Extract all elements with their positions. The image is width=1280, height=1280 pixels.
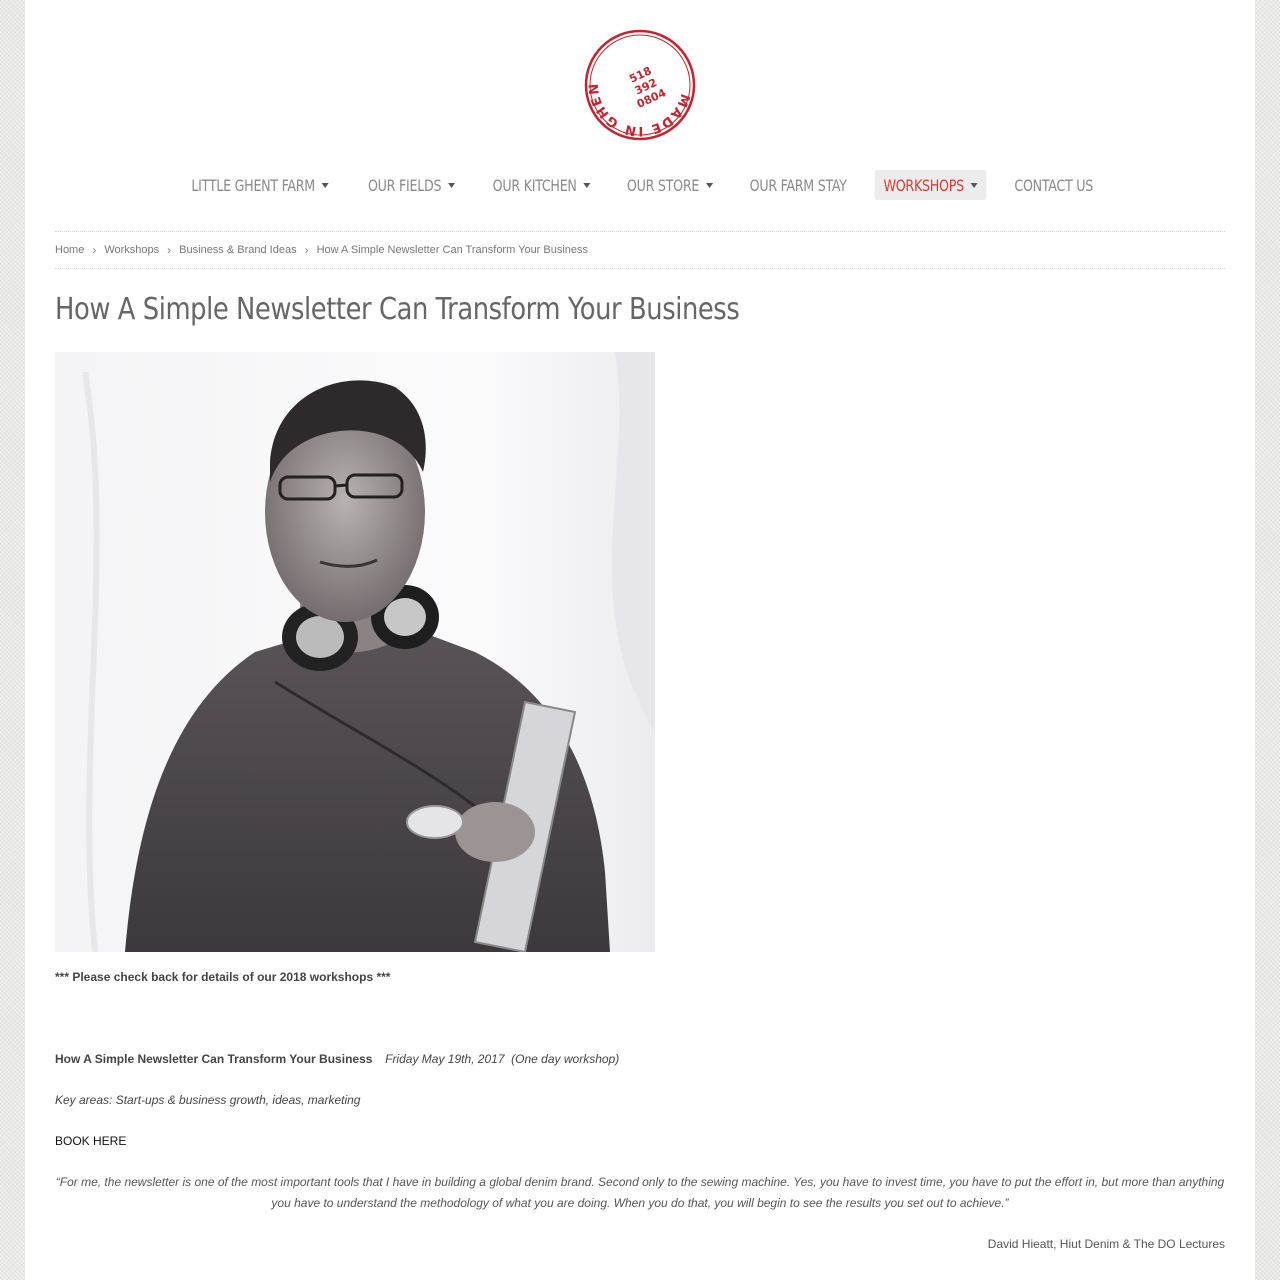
nav-item-label: OUR KITCHEN: [492, 175, 577, 195]
event-date: Friday May 19th, 2017 (One day workshop): [385, 1052, 620, 1066]
nav-item-label: OUR FARM STAY: [749, 175, 847, 195]
nav-item-our-farm-stay[interactable]: OUR FARM STAY: [741, 170, 856, 200]
nav-item-label: LITTLE GHENT FARM: [191, 175, 315, 195]
nav-item-label: WORKSHOPS: [883, 175, 965, 195]
breadcrumb: Home › Workshops › Business & Brand Ideas › Ho…: [55, 243, 588, 257]
breadcrumb-item[interactable]: Business & Brand Ideas: [179, 244, 296, 256]
caret-down-icon: [321, 182, 329, 188]
caret-down-icon: [448, 182, 456, 188]
nav-item-little-ghent-farm[interactable]: LITTLE GHENT FARM: [182, 170, 337, 200]
nav-item-workshops[interactable]: WORKSHOPS: [875, 170, 988, 200]
nav-item-label: CONTACT US: [1014, 175, 1093, 195]
page-container: MADE IN GHENT, NY 518 392 0804 LITTLE GH…: [25, 0, 1255, 1280]
caret-down-icon: [583, 182, 591, 188]
event-details: How A Simple Newsletter Can Transform Yo…: [55, 1052, 619, 1066]
breadcrumb-item: How A Simple Newsletter Can Transform Yo…: [316, 244, 589, 256]
chevron-right-icon: ›: [167, 243, 172, 257]
nav-item-label: OUR STORE: [626, 175, 700, 195]
caret-down-icon: [971, 182, 979, 188]
nav-item-contact-us[interactable]: CONTACT US: [1005, 170, 1101, 200]
chevron-right-icon: ›: [92, 243, 97, 257]
nav-item-label: OUR FIELDS: [368, 175, 442, 195]
nav-item-our-kitchen[interactable]: OUR KITCHEN: [483, 170, 599, 200]
event-title: How A Simple Newsletter Can Transform Yo…: [55, 1052, 373, 1066]
divider-top: [55, 231, 1225, 232]
key-areas: Key areas: Start-ups & business growth, …: [55, 1093, 361, 1107]
main-nav: LITTLE GHENT FARM OUR FIELDS OUR KITCHEN OU…: [25, 170, 1255, 200]
book-here-link[interactable]: BOOK HERE: [55, 1134, 126, 1148]
quote-attribution: David Hieatt, Hiut Denim & The DO Lectur…: [987, 1237, 1225, 1251]
portrait-image: [55, 352, 655, 954]
testimonial-quote: “For me, the newsletter is one of the mo…: [55, 1175, 1225, 1210]
workshop-photo: [55, 352, 655, 954]
caret-down-icon: [706, 182, 714, 188]
workshop-notice: *** Please check back for details of our…: [55, 970, 391, 984]
site-logo[interactable]: MADE IN GHENT, NY 518 392 0804: [578, 18, 696, 141]
nav-item-our-fields[interactable]: OUR FIELDS: [359, 170, 464, 200]
divider-bottom: [55, 268, 1225, 269]
page-title: How A Simple Newsletter Can Transform Yo…: [55, 292, 740, 327]
breadcrumb-item[interactable]: Home: [55, 244, 84, 256]
chevron-right-icon: ›: [304, 243, 309, 257]
logo-stamp-icon: MADE IN GHENT, NY 518 392 0804: [578, 18, 696, 141]
nav-item-our-store[interactable]: OUR STORE: [618, 170, 722, 200]
breadcrumb-item[interactable]: Workshops: [104, 244, 159, 256]
